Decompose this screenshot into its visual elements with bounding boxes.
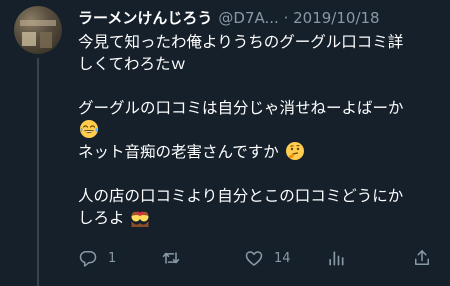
analytics-icon (329, 251, 344, 266)
reply-button[interactable]: 1 (78, 246, 116, 270)
tweet-date[interactable]: 2019/10/18 (293, 8, 379, 28)
display-name[interactable]: ラーメンけんじろう (78, 8, 212, 28)
text-line: 今見て知ったわ俺よりうちのグーグル口コミ詳 (78, 33, 404, 51)
thinking-face-emoji-icon (285, 142, 304, 160)
like-button[interactable]: 14 (244, 246, 291, 270)
user-handle[interactable]: @D7A... (218, 8, 278, 28)
reply-icon (79, 251, 97, 267)
tweet[interactable]: ラーメンけんじろう @D7A... · 2019/10/18 今見て知ったわ俺よ… (0, 0, 450, 286)
share-button[interactable] (412, 246, 432, 270)
paragraph: 人の店の口コミより自分とこの口コミどうにか しろよ (78, 185, 444, 229)
tweet-header: ラーメンけんじろう @D7A... · 2019/10/18 (78, 8, 444, 28)
heart-icon (245, 251, 263, 266)
avatar-detail (20, 20, 56, 26)
retweet-button[interactable] (161, 246, 181, 270)
retweet-icon (162, 252, 180, 264)
avatar-detail (40, 32, 52, 48)
date-separator: · (278, 9, 294, 27)
paragraph: 今見て知ったわ俺よりうちのグーグル口コミ詳 しくてわろたｗ (78, 31, 444, 75)
text-line: ネット音痴の老害さんですか (78, 141, 444, 163)
text-line: しろよ (78, 207, 444, 229)
paragraph: グーグルの口コミは自分じゃ消せねーよばーか ネット音痴の老害さんですか (78, 97, 444, 163)
analytics-button[interactable] (326, 246, 346, 270)
share-icon (415, 250, 429, 265)
text-line: 人の店の口コミより自分とこの口コミどうにか (78, 187, 404, 205)
tweet-actions: 1 14 (78, 246, 444, 270)
tweet-text: 今見て知ったわ俺よりうちのグーグル口コミ詳 しくてわろたｗ グーグルの口コミは自… (78, 31, 444, 229)
text-fragment: しろよ (78, 209, 125, 227)
avatar[interactable] (14, 6, 62, 54)
text-line (78, 119, 444, 141)
thread-line (37, 58, 39, 286)
text-fragment: ネット音痴の老害さんですか (78, 143, 279, 161)
tears-of-joy-emoji-icon (80, 120, 98, 138)
reply-count: 1 (108, 250, 117, 266)
couple-with-heart-emoji-icon (131, 211, 149, 227)
avatar-detail (22, 32, 36, 46)
text-line: しくてわろたｗ (78, 55, 187, 73)
text-line: グーグルの口コミは自分じゃ消せねーよばーか (78, 99, 404, 117)
like-count: 14 (274, 250, 291, 266)
